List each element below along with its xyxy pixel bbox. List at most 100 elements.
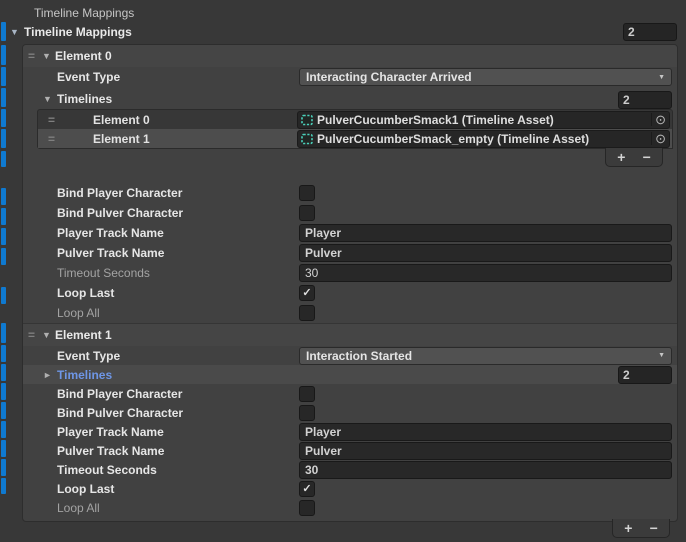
loop-all-row: Loop All ✓ <box>23 498 677 517</box>
timeline-asset-icon <box>301 133 313 145</box>
timeout-seconds-input[interactable] <box>299 264 672 282</box>
loop-all-checkbox[interactable]: ✓ <box>299 500 315 516</box>
object-picker-icon[interactable]: ⊙ <box>651 113 666 126</box>
drag-handle-icon[interactable]: = <box>48 132 64 146</box>
loop-all-label: Loop All <box>57 306 100 320</box>
drag-handle-icon[interactable]: = <box>48 113 64 127</box>
player-track-name-input[interactable] <box>299 224 672 242</box>
remove-element-button[interactable]: − <box>644 521 664 535</box>
override-bar <box>1 287 6 304</box>
bind-player-character-label: Bind Player Character <box>57 186 182 200</box>
pulver-track-name-label: Pulver Track Name <box>57 444 164 458</box>
element-0-title: Element 0 <box>55 49 112 63</box>
foldout-open-icon[interactable]: ▼ <box>42 51 55 61</box>
foldout-open-icon[interactable]: ▼ <box>43 94 52 104</box>
player-track-name-row: Player Track Name <box>23 223 677 243</box>
bind-player-character-row: Bind Player Character ✓ <box>23 384 677 403</box>
loop-all-checkbox[interactable]: ✓ <box>299 305 315 321</box>
bind-pulver-character-label: Bind Pulver Character <box>57 206 183 220</box>
bind-pulver-character-checkbox[interactable]: ✓ <box>299 205 315 221</box>
override-bar <box>1 109 6 127</box>
timelines-list-footer: + − <box>37 149 673 167</box>
timelines-inner-list: = Element 0 PulverCucumberSmack1 (Timeli… <box>37 109 673 167</box>
list-footer-tab: + − <box>605 148 663 167</box>
property-label: Timeline Mappings <box>34 6 134 20</box>
timeline-item-row[interactable]: = Element 1 PulverCucumberSmack_empty (T… <box>38 129 672 148</box>
pulver-track-name-input[interactable] <box>299 442 672 460</box>
checkmark-icon: ✓ <box>300 286 314 300</box>
bind-pulver-character-row: Bind Pulver Character ✓ <box>23 203 677 223</box>
override-bar <box>1 129 6 148</box>
override-bar <box>1 421 6 438</box>
dropdown-arrow-icon: ▼ <box>658 74 665 81</box>
bind-player-character-label: Bind Player Character <box>57 387 182 401</box>
override-bar <box>1 248 6 265</box>
add-element-button[interactable]: + <box>611 150 631 164</box>
override-bar <box>1 151 6 167</box>
bind-player-character-checkbox[interactable]: ✓ <box>299 185 315 201</box>
loop-all-row: Loop All ✓ <box>23 303 677 323</box>
object-picker-icon[interactable]: ⊙ <box>651 132 666 145</box>
event-type-label: Event Type <box>57 70 120 84</box>
timelines-header-row-collapsed[interactable]: ► Timelines <box>23 365 677 384</box>
timeline-mappings-header[interactable]: ▼ Timeline Mappings <box>0 22 686 42</box>
timeline-item-label: Element 0 <box>93 113 150 127</box>
element-1-title: Element 1 <box>55 328 112 342</box>
bind-pulver-character-checkbox[interactable]: ✓ <box>299 405 315 421</box>
element-1-header[interactable]: = ▼ Element 1 <box>23 323 677 346</box>
timeline-asset-object-field[interactable]: PulverCucumberSmack1 (Timeline Asset) ⊙ <box>297 111 670 129</box>
player-track-name-input[interactable] <box>299 423 672 441</box>
pulver-track-name-row: Pulver Track Name <box>23 441 677 460</box>
pulver-track-name-input[interactable] <box>299 244 672 262</box>
bind-player-character-row: Bind Player Character ✓ <box>23 183 677 203</box>
player-track-name-label: Player Track Name <box>57 226 164 240</box>
timelines-size-field[interactable] <box>618 366 672 384</box>
timelines-header-row[interactable]: ▼ Timelines <box>23 89 677 109</box>
loop-last-checkbox[interactable]: ✓ <box>299 481 315 497</box>
property-label-row: Timeline Mappings <box>0 4 686 22</box>
loop-last-label: Loop Last <box>57 482 114 496</box>
loop-all-label: Loop All <box>57 501 100 515</box>
timeline-asset-object-field[interactable]: PulverCucumberSmack_empty (Timeline Asse… <box>297 130 670 148</box>
timeline-item-label: Element 1 <box>93 132 150 146</box>
foldout-closed-icon[interactable]: ► <box>43 370 52 380</box>
timeline-asset-icon <box>301 114 313 126</box>
event-type-dropdown[interactable]: Interaction Started ▼ <box>299 347 672 365</box>
timeout-seconds-row: Timeout Seconds <box>23 263 677 283</box>
override-bar <box>1 345 6 362</box>
list-footer-tab: + − <box>612 519 670 538</box>
drag-handle-icon[interactable]: = <box>28 328 42 342</box>
override-bar <box>1 402 6 419</box>
bind-player-character-checkbox[interactable]: ✓ <box>299 386 315 402</box>
pulver-track-name-label: Pulver Track Name <box>57 246 164 260</box>
remove-element-button[interactable]: − <box>637 150 657 164</box>
event-type-value: Interaction Started <box>306 349 412 363</box>
override-bar <box>1 67 6 86</box>
event-type-row: Event Type Interacting Character Arrived… <box>23 67 677 87</box>
checkmark-icon: ✓ <box>300 482 314 496</box>
override-bar <box>1 364 6 381</box>
foldout-open-icon[interactable]: ▼ <box>10 27 22 37</box>
foldout-open-icon[interactable]: ▼ <box>42 330 55 340</box>
override-bar <box>1 88 6 107</box>
loop-last-checkbox[interactable]: ✓ <box>299 285 315 301</box>
override-bar <box>1 440 6 457</box>
timeline-asset-name: PulverCucumberSmack_empty (Timeline Asse… <box>317 132 589 146</box>
timeline-item-row[interactable]: = Element 0 PulverCucumberSmack1 (Timeli… <box>38 110 672 129</box>
timeout-seconds-input[interactable] <box>299 461 672 479</box>
override-bar <box>1 208 6 225</box>
bind-pulver-character-row: Bind Pulver Character ✓ <box>23 403 677 422</box>
override-bar <box>1 478 6 494</box>
timeline-mappings-title: Timeline Mappings <box>24 25 132 39</box>
add-element-button[interactable]: + <box>618 521 638 535</box>
element-0-header[interactable]: = ▼ Element 0 <box>23 45 677 67</box>
event-type-value: Interacting Character Arrived <box>306 70 472 84</box>
array-size-field[interactable] <box>623 23 677 41</box>
unity-inspector-panel: Timeline Mappings ▼ Timeline Mappings = … <box>0 0 686 542</box>
player-track-name-row: Player Track Name <box>23 422 677 441</box>
drag-handle-icon[interactable]: = <box>28 49 42 63</box>
loop-last-label: Loop Last <box>57 286 114 300</box>
event-type-dropdown[interactable]: Interacting Character Arrived ▼ <box>299 68 672 86</box>
timelines-size-field[interactable] <box>618 91 672 109</box>
timelines-label: Timelines <box>57 368 112 382</box>
